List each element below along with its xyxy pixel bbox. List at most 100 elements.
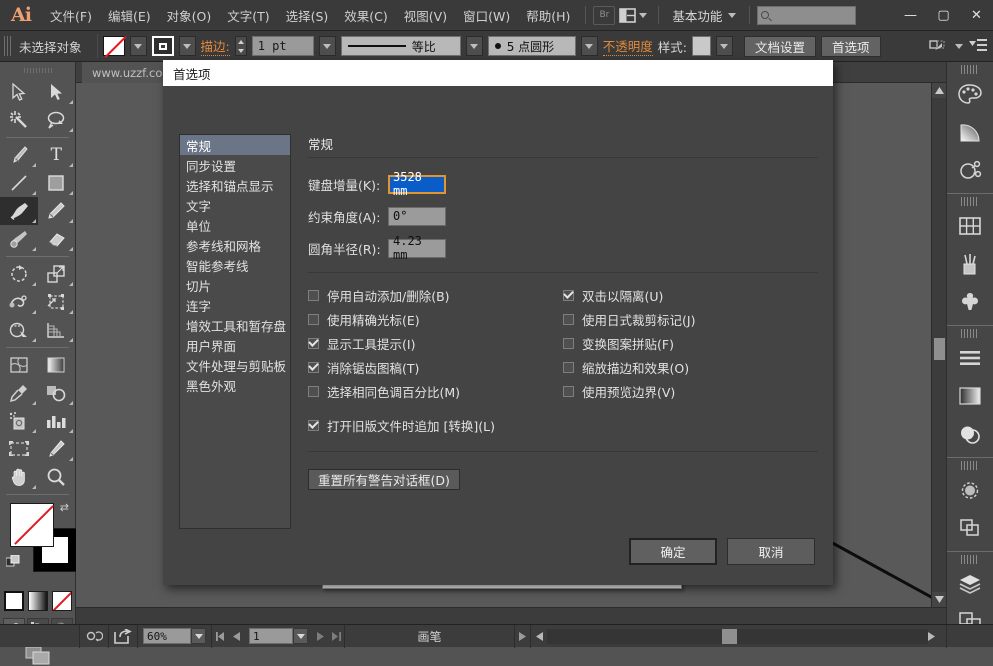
artboard-number-control[interactable]: 1 <box>244 625 313 648</box>
pref-nav-appearance-black[interactable]: 黑色外观 <box>180 375 290 395</box>
arrange-documents-button[interactable] <box>615 6 651 25</box>
default-fill-stroke-icon[interactable] <box>5 554 20 569</box>
pref-nav-type[interactable]: 文字 <box>180 195 290 215</box>
append-converted-legacy-row[interactable]: 打开旧版文件时追加 [转换](L) <box>308 413 818 437</box>
select-same-tint-checkbox[interactable] <box>308 385 319 397</box>
append-converted-legacy-checkbox[interactable] <box>308 419 319 431</box>
blend-tool[interactable] <box>38 379 76 407</box>
stroke-profile-dropdown[interactable] <box>465 36 483 56</box>
double-click-to-isolate-row[interactable]: 双击以隔离(U) <box>563 283 813 307</box>
stroke-weight-field[interactable]: 1 pt <box>251 36 314 56</box>
use-preview-bounds-checkbox[interactable] <box>563 385 574 397</box>
scale-tool[interactable] <box>38 260 76 288</box>
menu-effect[interactable]: 效果(C) <box>336 2 395 29</box>
dock-grip-4[interactable] <box>961 461 979 470</box>
menu-type[interactable]: 文字(T) <box>219 2 277 29</box>
magic-wand-tool[interactable] <box>0 106 38 134</box>
anti-aliased-artwork-checkbox[interactable] <box>308 361 319 373</box>
stroke-weight-dropdown[interactable] <box>318 36 336 56</box>
preferences-button[interactable]: 首选项 <box>820 35 881 57</box>
menu-select[interactable]: 选择(S) <box>278 2 337 29</box>
dock-grip-1[interactable] <box>961 65 979 74</box>
artboard-tool[interactable] <box>0 435 38 463</box>
pref-nav-units[interactable]: 单位 <box>180 215 290 235</box>
menu-object[interactable]: 对象(O) <box>159 2 220 29</box>
panel-menu-icon[interactable] <box>969 39 987 53</box>
type-tool[interactable]: T <box>38 141 76 169</box>
bridge-icon[interactable]: Br <box>593 5 616 25</box>
column-graph-tool[interactable] <box>38 407 76 435</box>
menu-view[interactable]: 视图(V) <box>396 2 455 29</box>
fill-color-box[interactable] <box>10 503 54 547</box>
zoom-dropdown[interactable] <box>191 628 206 644</box>
pref-nav-user-interface[interactable]: 用户界面 <box>180 335 290 355</box>
control-bar-grip[interactable] <box>4 36 12 56</box>
swatches-panel-icon[interactable] <box>947 207 993 245</box>
previous-artboard-button[interactable] <box>228 625 244 648</box>
opacity-label[interactable]: 不透明度 <box>602 36 653 56</box>
align-panel-icon[interactable] <box>947 339 993 377</box>
preferences-nav-list[interactable]: 常规 同步设置 选择和锚点显示 文字 单位 参考线和网格 智能参考线 切片 连字… <box>179 134 291 529</box>
swap-fill-stroke-icon[interactable]: ⇄ <box>60 501 69 514</box>
show-tool-tips-row[interactable]: 显示工具提示(I) <box>308 331 563 355</box>
workspace-switcher[interactable]: 基本功能 <box>666 3 742 28</box>
scroll-up-button[interactable] <box>932 83 947 98</box>
next-artboard-button[interactable] <box>313 625 329 648</box>
zoom-tool[interactable] <box>38 463 76 491</box>
vertical-scroll-thumb[interactable] <box>934 338 945 360</box>
layers-panel-icon[interactable] <box>947 565 993 603</box>
hand-tool[interactable] <box>0 463 38 491</box>
japanese-crop-marks-row[interactable]: 使用日式裁剪标记(J) <box>563 307 813 331</box>
rectangle-tool[interactable] <box>38 169 76 197</box>
use-precise-cursors-row[interactable]: 使用精确光标(E) <box>308 307 563 331</box>
pref-nav-file-clipboard[interactable]: 文件处理与剪贴板 <box>180 355 290 375</box>
reset-all-warning-dialogs-button[interactable]: 重置所有警告对话框(D) <box>308 469 460 490</box>
corner-radius-field[interactable]: 4.23 mm <box>388 234 446 262</box>
hscroll-left-button[interactable] <box>531 631 547 641</box>
tools-panel-grip[interactable] <box>22 65 53 76</box>
first-artboard-button[interactable] <box>212 625 228 648</box>
japanese-crop-marks-checkbox[interactable] <box>563 313 574 325</box>
graphic-style-swatch[interactable] <box>691 36 711 56</box>
last-artboard-button[interactable] <box>329 624 345 648</box>
transform-each-icon[interactable] <box>929 39 947 54</box>
stroke-label[interactable]: 描边: <box>200 36 230 56</box>
use-preview-bounds-row[interactable]: 使用预览边界(V) <box>563 379 813 403</box>
dock-grip-5[interactable] <box>961 555 979 564</box>
horizontal-scrollbar[interactable] <box>531 627 946 645</box>
status-text[interactable]: 画笔 <box>345 624 515 648</box>
pref-nav-smart-guides[interactable]: 智能参考线 <box>180 255 290 275</box>
hscroll-thumb[interactable] <box>722 628 737 644</box>
gradient-swatch-button[interactable] <box>27 591 48 611</box>
disable-auto-add-delete-checkbox[interactable] <box>308 289 319 301</box>
none-swatch-button[interactable] <box>51 591 72 611</box>
status-expand-button[interactable] <box>515 624 531 648</box>
color-guide-panel-icon[interactable] <box>947 113 993 151</box>
constrain-angle-field[interactable]: 0° <box>388 206 446 226</box>
gradient-panel-icon[interactable] <box>947 377 993 415</box>
graphic-style-dropdown[interactable] <box>715 36 733 56</box>
hscroll-right-button[interactable] <box>928 631 946 641</box>
pref-nav-guides-grid[interactable]: 参考线和网格 <box>180 235 290 255</box>
show-tool-tips-checkbox[interactable] <box>308 337 319 349</box>
artboard-number-field[interactable]: 1 <box>249 628 293 644</box>
graphic-styles-panel-icon[interactable] <box>947 283 993 321</box>
preflight-button[interactable] <box>80 624 109 648</box>
paintbrush-tool[interactable] <box>0 197 38 225</box>
brush-dropdown[interactable] <box>580 36 598 56</box>
keyboard-increment-field[interactable]: 3528 mm <box>388 170 446 198</box>
anti-aliased-artwork-row[interactable]: 消除锯齿图稿(T) <box>308 355 563 379</box>
menu-edit[interactable]: 编辑(E) <box>100 2 159 29</box>
pref-nav-plugins-scratch[interactable]: 增效工具和暂存盘 <box>180 315 290 335</box>
shape-builder-tool[interactable] <box>0 316 38 344</box>
cancel-button[interactable]: 取消 <box>727 538 815 565</box>
select-same-tint-row[interactable]: 选择相同色调百分比(M) <box>308 379 563 403</box>
stroke-profile-combo[interactable]: 等比 <box>340 36 461 56</box>
pref-nav-hyphenation[interactable]: 连字 <box>180 295 290 315</box>
zoom-control[interactable]: 60% <box>138 624 212 648</box>
artboard-number-dropdown[interactable] <box>293 628 308 644</box>
dock-grip-3[interactable] <box>961 329 979 338</box>
scroll-down-button[interactable] <box>932 592 947 607</box>
search-input[interactable] <box>757 5 857 25</box>
menu-help[interactable]: 帮助(H) <box>518 2 578 29</box>
